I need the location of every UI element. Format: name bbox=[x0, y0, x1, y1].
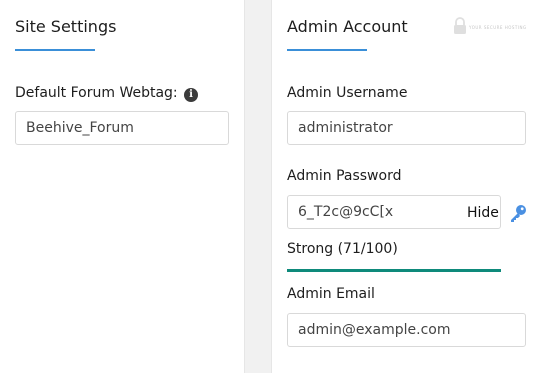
hide-password-button[interactable]: Hide bbox=[467, 205, 499, 221]
admin-account-heading: Admin Account bbox=[287, 17, 408, 36]
password-strength-text: Strong (71/100) bbox=[287, 241, 398, 257]
key-icon[interactable] bbox=[508, 203, 528, 223]
site-settings-underline bbox=[15, 49, 95, 51]
admin-username-input[interactable]: administrator bbox=[287, 111, 526, 145]
admin-account-panel: Admin Account YOUR SECURE HOSTING Admin … bbox=[271, 0, 541, 373]
webtag-label: Default Forum Webtag: bbox=[15, 85, 178, 101]
admin-username-label: Admin Username bbox=[287, 85, 408, 101]
admin-email-input[interactable]: admin@example.com bbox=[287, 313, 526, 347]
password-strength-fill bbox=[287, 269, 501, 272]
admin-email-label: Admin Email bbox=[287, 286, 375, 302]
lock-icon bbox=[454, 17, 466, 34]
webtag-input[interactable]: Beehive_Forum bbox=[15, 111, 229, 145]
site-settings-heading: Site Settings bbox=[15, 17, 117, 36]
site-settings-panel: Site Settings Default Forum Webtag: i Be… bbox=[0, 0, 245, 373]
admin-password-label: Admin Password bbox=[287, 168, 402, 184]
info-icon[interactable]: i bbox=[184, 88, 198, 102]
password-strength-meter bbox=[287, 269, 501, 272]
admin-account-underline bbox=[287, 49, 367, 51]
watermark-text: YOUR SECURE HOSTING bbox=[469, 25, 527, 30]
